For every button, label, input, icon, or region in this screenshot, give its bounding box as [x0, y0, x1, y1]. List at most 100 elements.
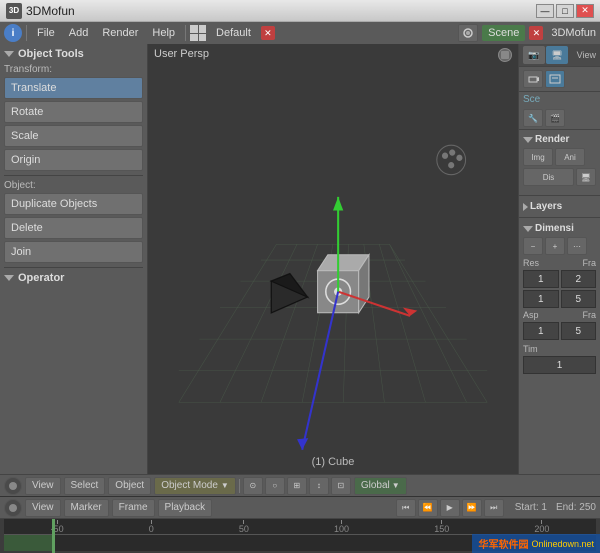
dimensi-section: Dimensi − + ⋯ Res Fra 1 2 1: [519, 221, 600, 376]
menu-divider: [26, 25, 27, 41]
right-panel-top: 📷 🖥 View: [519, 44, 600, 67]
mode-arrow: ▼: [221, 481, 229, 490]
right-tab-camera[interactable]: 📷: [523, 46, 545, 64]
render-img-btn[interactable]: Img: [523, 148, 553, 166]
timeline: View Marker Frame Playback ⏮ ⏪ ▶ ⏩ ⏭ Sta…: [0, 496, 600, 552]
snap2-btn[interactable]: ⊞: [287, 477, 307, 495]
operator-collapse-icon[interactable]: [4, 275, 14, 281]
playback-controls: ⏮ ⏪ ▶ ⏩ ⏭: [396, 499, 504, 517]
tim-val[interactable]: 1: [523, 356, 596, 374]
render-buttons: Img Ani: [523, 148, 596, 166]
fra-val2[interactable]: 5: [561, 290, 597, 308]
toolbar-circle[interactable]: [4, 477, 22, 495]
asp-val1[interactable]: 1: [523, 322, 559, 340]
render-label: Render: [535, 134, 569, 145]
minus-btn[interactable]: −: [523, 237, 543, 255]
fra-val1[interactable]: 2: [561, 270, 597, 288]
translate-button[interactable]: Translate: [4, 77, 143, 99]
object-tools-label: Object Tools: [18, 48, 84, 60]
res-val2[interactable]: 1: [523, 290, 559, 308]
rotate-button[interactable]: Rotate: [4, 101, 143, 123]
timeline-ruler[interactable]: -50 0 50 100 150: [0, 519, 600, 553]
snap-btn[interactable]: ⊙: [243, 477, 263, 495]
menu-render[interactable]: Render: [96, 25, 144, 41]
right-panel-inner: Sce 🔧 🎬 Render Img Ani Dis: [519, 67, 600, 474]
app-icon: 3D: [6, 3, 22, 19]
watermark: 华军软件园 Onlinedown.net: [472, 534, 600, 553]
viewport-icon1[interactable]: [498, 48, 512, 62]
layers-expand[interactable]: [523, 203, 528, 211]
layout-label[interactable]: Default: [208, 25, 259, 41]
right-icon-row: [519, 67, 600, 92]
end-label: End: 250: [556, 502, 596, 513]
res-label: Res: [523, 258, 539, 268]
global-arrow: ▼: [392, 481, 400, 490]
transform-btn[interactable]: ↕: [309, 477, 329, 495]
object-btn[interactable]: Object: [108, 477, 151, 495]
right-tab-render[interactable]: 🖥: [546, 46, 568, 64]
pivot-btn[interactable]: ⊡: [331, 477, 351, 495]
menu-file[interactable]: File: [31, 25, 61, 41]
proportional-btn[interactable]: ○: [265, 477, 285, 495]
tick-5: 200: [534, 520, 549, 534]
dis-label[interactable]: Dis: [523, 168, 574, 186]
render-collapse[interactable]: [523, 137, 533, 143]
layers-section: Layers: [519, 199, 600, 214]
start-label: Start: 1: [515, 502, 547, 513]
dimensi-header: Dimensi: [523, 223, 596, 234]
viewport-toolbar: View Select Object Object Mode ▼ ⊙ ○ ⊞ ↕…: [0, 474, 600, 496]
delete-button[interactable]: Delete: [4, 217, 143, 239]
close-button[interactable]: ✕: [576, 4, 594, 18]
step-back-btn[interactable]: ⏪: [418, 499, 438, 517]
view-btn[interactable]: View: [25, 477, 61, 495]
play-end-btn[interactable]: ⏭: [484, 499, 504, 517]
render-icon-btn[interactable]: [545, 70, 565, 88]
scene-icon[interactable]: [458, 24, 478, 42]
main-layout: Object Tools Transform: Translate Rotate…: [0, 44, 600, 474]
join-button[interactable]: Join: [4, 241, 143, 263]
viewport[interactable]: User Persp: [148, 44, 518, 474]
render-section: Render Img Ani Dis 🖥: [519, 130, 600, 192]
global-btn[interactable]: Global ▼: [354, 477, 407, 495]
layout-close[interactable]: ✕: [261, 26, 275, 40]
menu-help[interactable]: Help: [146, 25, 181, 41]
timeline-view[interactable]: View: [25, 499, 61, 517]
plus-btn[interactable]: +: [545, 237, 565, 255]
mode-selector[interactable]: Object Mode ▼: [154, 477, 236, 495]
title-bar: 3D 3DMofun — □ ✕: [0, 0, 600, 22]
dots-btn[interactable]: ⋯: [567, 237, 587, 255]
camera-icon-btn[interactable]: [523, 70, 543, 88]
tick-3: 100: [334, 520, 349, 534]
toolbar-icons: ⊙ ○ ⊞ ↕ ⊡: [243, 477, 351, 495]
timeline-frame[interactable]: Frame: [112, 499, 155, 517]
layout-icon: [190, 25, 206, 41]
res-val1[interactable]: 1: [523, 270, 559, 288]
cube-label: (1) Cube: [312, 456, 355, 468]
info-button[interactable]: i: [4, 24, 22, 42]
dis-icon[interactable]: 🖥: [576, 168, 596, 186]
play-start-btn[interactable]: ⏮: [396, 499, 416, 517]
timeline-circle[interactable]: [4, 499, 22, 517]
timeline-marker[interactable]: Marker: [64, 499, 109, 517]
select-btn[interactable]: Select: [64, 477, 106, 495]
duplicate-button[interactable]: Duplicate Objects: [4, 193, 143, 215]
step-fwd-btn[interactable]: ⏩: [462, 499, 482, 517]
scale-button[interactable]: Scale: [4, 125, 143, 147]
maximize-button[interactable]: □: [556, 4, 574, 18]
scene-btn2[interactable]: 🎬: [545, 109, 565, 127]
scene-close[interactable]: ✕: [529, 26, 543, 40]
timeline-playback[interactable]: Playback: [158, 499, 213, 517]
tim-row: Tim 1: [523, 343, 596, 374]
menu-add[interactable]: Add: [63, 25, 95, 41]
minimize-button[interactable]: —: [536, 4, 554, 18]
dimensi-collapse[interactable]: [523, 226, 533, 232]
play-btn[interactable]: ▶: [440, 499, 460, 517]
origin-button[interactable]: Origin: [4, 149, 143, 171]
divider1: [4, 175, 143, 176]
render-anim-btn[interactable]: Ani: [555, 148, 585, 166]
scene-label[interactable]: Scene: [482, 25, 525, 41]
collapse-icon[interactable]: [4, 51, 14, 57]
fra-val3[interactable]: 5: [561, 322, 597, 340]
right-panel-view[interactable]: View: [577, 50, 596, 60]
render-btn2[interactable]: 🔧: [523, 109, 543, 127]
